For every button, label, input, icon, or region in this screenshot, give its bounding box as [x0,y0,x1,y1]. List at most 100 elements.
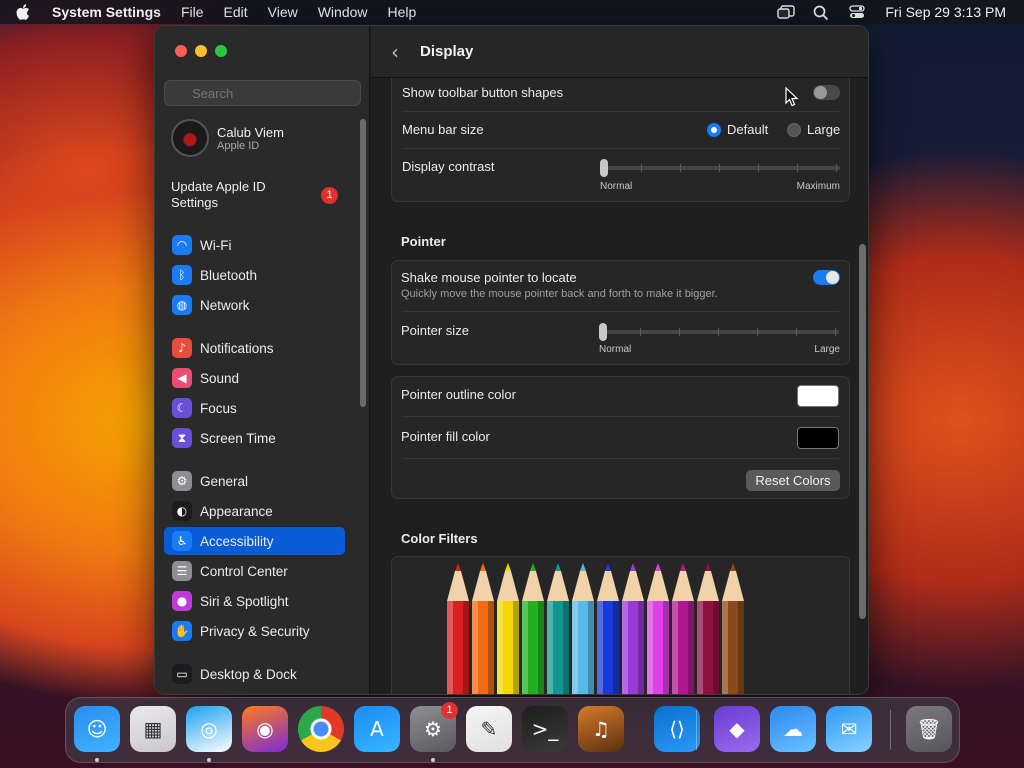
sidebar-item-sound[interactable]: ◀ Sound [164,364,345,392]
fill-color-label: Pointer fill color [401,429,490,444]
dock-mail-icon[interactable]: ✉ [826,706,872,752]
dock-finder-icon[interactable]: ☺ [74,706,120,752]
display-contrast-slider[interactable] [600,159,840,177]
dock-safari-icon[interactable]: ◎ [186,706,232,752]
dock-chrome-icon[interactable] [298,706,344,752]
sidebar-item-label: Network [200,297,250,313]
main-scrollbar[interactable] [859,244,866,619]
divider [402,311,839,312]
dock-launchpad-icon[interactable]: ▦ [130,706,176,752]
menu-help[interactable]: Help [388,4,417,20]
update-apple-id-link[interactable]: Update Apple ID Settings [171,179,301,211]
system-settings-window: Calub Viem Apple ID Update Apple ID Sett… [154,25,869,695]
sidebar-item-bluetooth[interactable]: ᛒ Bluetooth [164,261,345,289]
pencil [546,561,570,694]
sidebar-scrollbar[interactable] [360,119,366,407]
outline-color-well[interactable] [797,385,839,407]
dock-trash-icon[interactable]: 🗑 [906,706,952,752]
display-contrast-thumb[interactable] [600,159,608,177]
running-indicator [431,758,435,762]
outline-color-label: Pointer outline color [401,387,516,402]
dock-firefox-icon[interactable]: ◉ [242,706,288,752]
menu-view[interactable]: View [268,4,298,20]
sidebar-item-label: Focus [200,400,237,416]
pencil [621,561,645,694]
update-badge: 1 [321,187,338,204]
pencil [521,561,545,694]
reset-colors-button[interactable]: Reset Colors [746,470,840,491]
menu-file[interactable]: File [181,4,204,20]
dock-icon: ▭ [172,664,192,684]
sidebar-item-accessibility[interactable]: ♿ Accessibility [164,527,345,555]
sidebar-item-label: Siri & Spotlight [200,593,289,609]
menu-window[interactable]: Window [318,4,368,20]
sidebar-item-general[interactable]: ⚙ General [164,467,345,495]
sidebar-item-notifications[interactable]: ♪ Notifications [164,334,345,362]
menu-app-name[interactable]: System Settings [52,4,161,20]
sidebar-item-wi-fi[interactable]: ◠ Wi-Fi [164,231,345,259]
running-indicator [95,758,99,762]
apple-menu-icon[interactable] [16,3,32,21]
sidebar-item-network[interactable]: ◍ Network [164,291,345,319]
dock-weather-icon[interactable]: ☁ [770,706,816,752]
pencil [596,561,620,694]
gear-icon: ⚙ [172,471,192,491]
pointer-size-label: Pointer size [401,323,469,338]
back-chevron-icon[interactable]: ‹ [391,42,405,62]
zoom-window-button[interactable] [215,45,227,57]
sidebar-item-privacy-security[interactable]: ✋ Privacy & Security [164,617,345,645]
main-pane: ‹ Display Show toolbar button shapes Men… [371,26,868,694]
dock-visual-studio-icon[interactable]: ◆ [714,706,760,752]
sidebar-item-label: General [200,473,249,489]
dock-terminal-icon[interactable]: >_ [522,706,568,752]
pencil [646,561,670,694]
pointer-colors-card: Pointer outline color Pointer fill color… [391,376,850,499]
minimize-window-button[interactable] [195,45,207,57]
dock-app-store-icon[interactable]: A [354,706,400,752]
dock-visual-studio-code-icon[interactable]: ⟨⟩ [654,706,700,752]
control-center-icon[interactable] [849,5,867,19]
shake-pointer-toggle[interactable] [813,270,840,285]
toolbar-shapes-toggle[interactable] [813,85,840,100]
speaker-icon: ◀ [172,368,192,388]
sidebar-item-focus[interactable]: ☾ Focus [164,394,345,422]
menu-edit[interactable]: Edit [224,4,248,20]
appearance-icon: ◐ [172,501,192,521]
pencil [671,561,695,694]
sidebar-item-control-center[interactable]: ☰ Control Center [164,557,345,585]
bell-icon: ♪ [172,338,192,358]
apple-id-profile[interactable]: Calub Viem Apple ID [171,119,284,157]
dock-garageband-icon[interactable]: ♫ [578,706,624,752]
pointer-card: Shake mouse pointer to locate Quickly mo… [391,260,850,365]
display-mirror-icon[interactable] [777,5,796,19]
fill-color-well[interactable] [797,427,839,449]
sidebar-item-label: Bluetooth [200,267,258,283]
contrast-min-label: Normal [600,181,633,192]
menu-bar-large-radio[interactable] [787,123,801,137]
pencil [696,561,720,694]
pointer-size-min-label: Normal [599,344,632,355]
menu-bar-large-label: Large [807,122,841,137]
dock-textedit-icon[interactable]: ✎ [466,706,512,752]
close-window-button[interactable] [175,45,187,57]
bluetooth-icon: ᛒ [172,265,192,285]
menu-clock[interactable]: Fri Sep 29 3:13 PM [885,4,1006,20]
sidebar-item-appearance[interactable]: ◐ Appearance [164,497,345,525]
divider [402,416,839,417]
toggles-icon: ☰ [172,561,192,581]
search-input[interactable] [164,80,361,106]
title-bar: ‹ Display [371,26,868,78]
sidebar-item-label: Control Center [200,563,288,579]
pointer-size-slider[interactable] [599,323,839,341]
pointer-size-thumb[interactable] [599,323,607,341]
sidebar-item-siri-spotlight[interactable]: ● Siri & Spotlight [164,587,345,615]
display-contrast-label: Display contrast [402,159,495,174]
color-filters-preview [391,556,850,694]
spotlight-search-icon[interactable] [813,5,831,21]
sidebar-item-screen-time[interactable]: ⧗ Screen Time [164,424,345,452]
pointer-size-max-label: Large [814,344,840,355]
sidebar-item-desktop-dock[interactable]: ▭ Desktop & Dock [164,660,345,688]
menu-bar-default-radio[interactable] [707,123,721,137]
sidebar-item-label: Notifications [200,340,274,356]
avatar [171,119,209,157]
